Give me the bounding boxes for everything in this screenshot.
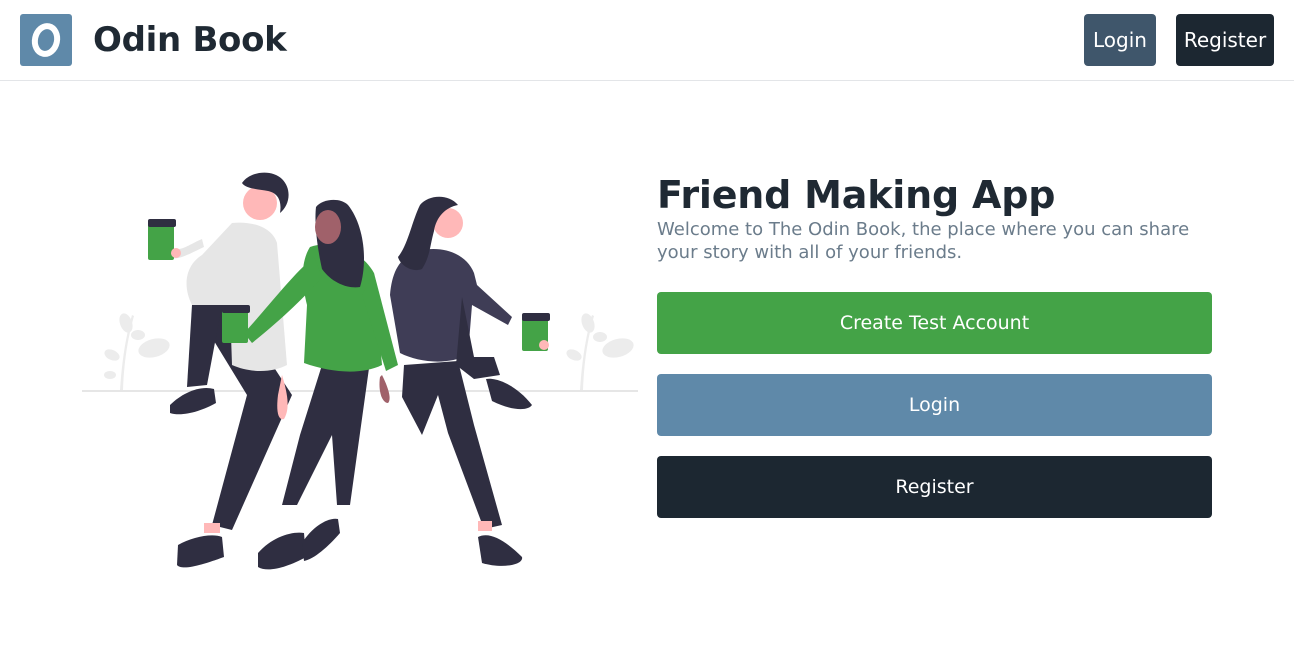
odin-book-logo-icon [20, 14, 72, 66]
create-test-account-button[interactable]: Create Test Account [657, 292, 1212, 354]
brand-name: Odin Book [93, 20, 287, 60]
hero-title: Friend Making App [657, 173, 1056, 217]
hero: Friend Making App Welcome to The Odin Bo… [657, 172, 1212, 264]
hero-subtitle: Welcome to The Odin Book, the place wher… [657, 219, 1190, 263]
brand[interactable]: Odin Book [20, 14, 287, 66]
friends-illustration [82, 165, 638, 575]
nav-login-button[interactable]: Login [1084, 14, 1156, 66]
register-button[interactable]: Register [657, 456, 1212, 518]
navbar: Odin Book Login Register [0, 0, 1294, 81]
login-button[interactable]: Login [657, 374, 1212, 436]
nav-register-button[interactable]: Register [1176, 14, 1274, 66]
